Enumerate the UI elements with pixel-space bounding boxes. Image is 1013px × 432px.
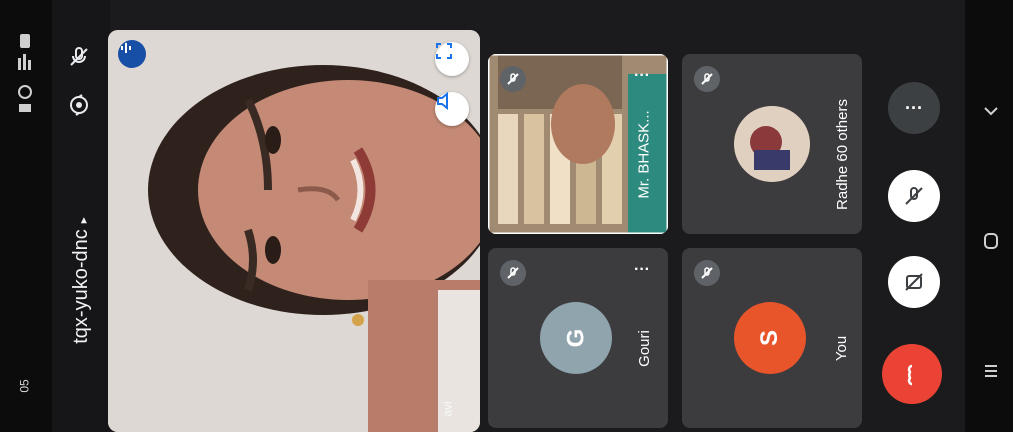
home-icon[interactable] [976, 226, 1006, 256]
mic-off-icon [500, 260, 526, 286]
chevron-down-icon[interactable] [976, 96, 1006, 126]
avatar [734, 106, 810, 182]
participant-name: Radhe 60 others [830, 74, 854, 234]
recents-icon[interactable] [976, 356, 1006, 386]
status-time: 05 [17, 379, 32, 393]
mic-off-icon [905, 187, 923, 205]
main-speaker-video[interactable]: avi [108, 30, 480, 432]
camera-flip-icon[interactable] [62, 88, 96, 122]
participant-tile-bhaskar[interactable]: ··· Mr. BHASK... [488, 54, 668, 234]
camera-off-icon [905, 273, 923, 291]
participant-tile-you[interactable]: S You [682, 248, 862, 428]
camera-toggle-button[interactable] [888, 256, 940, 308]
participant-name-text: Gouri [635, 329, 653, 367]
participant-name: Mr. BHASK... [632, 74, 656, 234]
participant-name: Gouri [632, 268, 656, 428]
participant-tile-others[interactable]: Radhe 60 others [682, 54, 862, 234]
end-call-icon [907, 364, 913, 386]
speaker-video-frame [108, 30, 480, 432]
meeting-code[interactable]: tqx-yuko-dnc ▸ [52, 150, 110, 410]
avatar: S [734, 302, 806, 374]
mic-off-icon [694, 66, 720, 92]
audio-level-icon [118, 40, 146, 68]
end-call-button[interactable] [882, 344, 942, 404]
avatar-initial: S [755, 329, 783, 347]
status-time-area: 05 [8, 340, 42, 432]
participant-name: You [830, 268, 854, 428]
meeting-code-text: tqx-yuko-dnc [69, 228, 92, 344]
speaker-icon[interactable] [435, 92, 469, 126]
participant-name-text: Mr. BHASK... [635, 109, 653, 199]
avatar: G [540, 302, 612, 374]
more-options-button[interactable]: ··· [888, 82, 940, 134]
mic-toggle-button[interactable] [888, 170, 940, 222]
meeting-code-caret: ▸ [75, 216, 90, 223]
participant-name-text: Radhe 60 others [834, 99, 851, 210]
status-icons [10, 30, 40, 120]
participant-name-first: Radhe [833, 165, 851, 210]
mic-off-icon[interactable] [62, 40, 96, 74]
more-icon: ··· [905, 97, 923, 118]
speaker-name: avi [440, 401, 455, 417]
avatar-initial: G [561, 328, 589, 348]
meeting-header: tqx-yuko-dnc ▸ [52, 0, 110, 432]
participant-tile-gouri[interactable]: ··· G Gouri [488, 248, 668, 428]
fullscreen-icon[interactable] [435, 42, 469, 76]
mic-off-icon [694, 260, 720, 286]
participant-name-text: You [833, 335, 851, 361]
others-count: 60 others [833, 98, 851, 162]
mic-off-icon [500, 66, 526, 92]
